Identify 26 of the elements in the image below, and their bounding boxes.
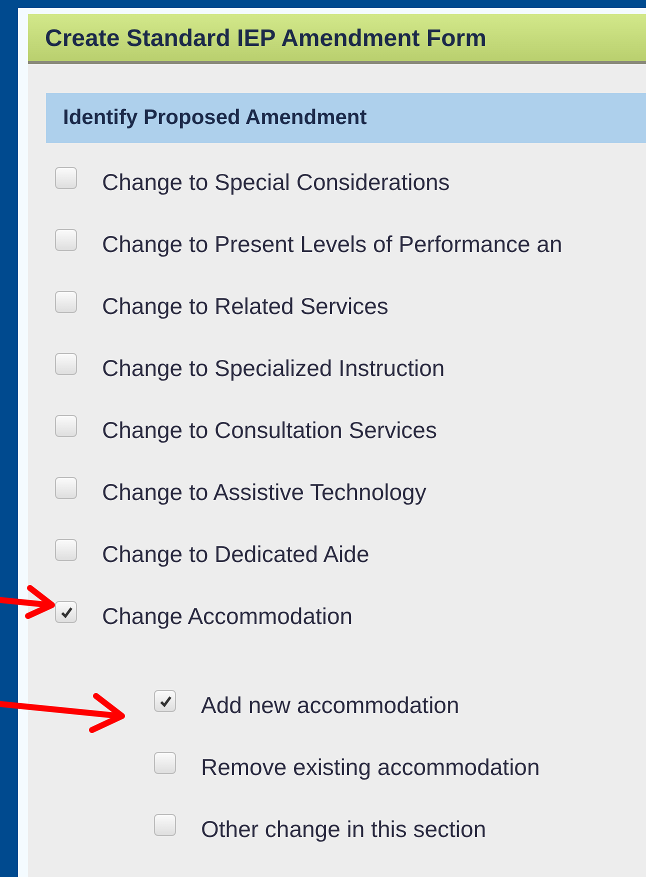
- option-label: Change to Dedicated Aide: [102, 540, 370, 568]
- option-label: Change to Consultation Services: [102, 416, 437, 444]
- option-label: Change to Related Services: [102, 292, 388, 320]
- checkbox[interactable]: [55, 601, 77, 623]
- check-icon: [60, 606, 72, 618]
- option-label: Change to Assistive Technology: [102, 478, 426, 506]
- option-label: Other change in this section: [201, 816, 486, 842]
- option-label: Add new accommodation: [201, 692, 460, 718]
- checkbox[interactable]: [55, 353, 77, 375]
- option-label: Change to Present Levels of Performance an: [102, 230, 562, 258]
- checkbox[interactable]: [55, 229, 77, 251]
- checkbox[interactable]: [55, 167, 77, 189]
- checkbox[interactable]: [55, 291, 77, 313]
- form-title: Create Standard IEP Amendment Form: [28, 14, 646, 64]
- checkbox[interactable]: [55, 415, 77, 437]
- checkbox[interactable]: [154, 690, 176, 712]
- option-label: Change to Specialized Instruction: [102, 354, 445, 382]
- checkbox[interactable]: [55, 539, 77, 561]
- option-label: Remove existing accommodation: [201, 754, 540, 780]
- option-label: Change Accommodation: [102, 602, 353, 630]
- option-label: Change to Special Considerations: [102, 168, 450, 196]
- section-title: Identify Proposed Amendment: [46, 93, 646, 143]
- checkbox[interactable]: [154, 752, 176, 774]
- checkbox[interactable]: [55, 477, 77, 499]
- check-icon: [158, 694, 172, 708]
- checkbox[interactable]: [154, 814, 176, 836]
